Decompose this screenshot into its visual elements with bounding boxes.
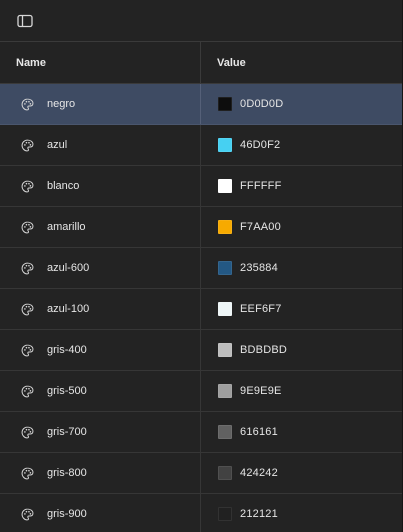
hex-value: 235884 — [240, 262, 278, 274]
hex-value: BDBDBD — [240, 344, 288, 356]
color-swatch[interactable] — [218, 179, 232, 193]
palette-icon — [20, 179, 34, 193]
palette-icon — [20, 384, 34, 398]
table-row[interactable]: azul 46D0F2 — [0, 125, 402, 166]
variable-name: blanco — [47, 180, 80, 192]
column-header-name[interactable]: Name — [0, 42, 201, 83]
table-row[interactable]: gris-700 616161 — [0, 412, 402, 453]
variable-name: amarillo — [47, 221, 86, 233]
hex-value: 0D0D0D — [240, 98, 284, 110]
value-cell: 616161 — [201, 412, 402, 452]
value-cell: EEF6F7 — [201, 289, 402, 329]
table-row[interactable]: amarillo F7AA00 — [0, 207, 402, 248]
name-cell: azul-100 — [0, 289, 201, 329]
variable-name: gris-800 — [47, 467, 87, 479]
table-row[interactable]: negro 0D0D0D — [0, 84, 402, 125]
color-swatch[interactable] — [218, 343, 232, 357]
table-row[interactable]: gris-900 212121 — [0, 494, 402, 532]
palette-icon — [20, 343, 34, 357]
variable-name: gris-900 — [47, 508, 87, 520]
name-cell: gris-800 — [0, 453, 201, 493]
value-cell: 46D0F2 — [201, 125, 402, 165]
hex-value: F7AA00 — [240, 221, 281, 233]
hex-value: 9E9E9E — [240, 385, 282, 397]
value-cell: 212121 — [201, 494, 402, 532]
palette-icon — [20, 302, 34, 316]
variable-name: gris-500 — [47, 385, 87, 397]
color-swatch[interactable] — [218, 220, 232, 234]
color-swatch[interactable] — [218, 384, 232, 398]
table-body: negro 0D0D0D azul 46D0F2 blanco FFFFFF amarill… — [0, 84, 402, 532]
color-swatch[interactable] — [218, 261, 232, 275]
hex-value: 616161 — [240, 426, 278, 438]
variable-name: azul-600 — [47, 262, 90, 274]
name-cell: azul — [0, 125, 201, 165]
hex-value: 46D0F2 — [240, 139, 281, 151]
table-row[interactable]: blanco FFFFFF — [0, 166, 402, 207]
name-cell: negro — [0, 84, 201, 124]
name-cell: gris-700 — [0, 412, 201, 452]
name-cell: azul-600 — [0, 248, 201, 288]
palette-icon — [20, 138, 34, 152]
value-cell: 9E9E9E — [201, 371, 402, 411]
variable-name: negro — [47, 98, 76, 110]
value-cell: 0D0D0D — [201, 84, 402, 124]
table-row[interactable]: gris-500 9E9E9E — [0, 371, 402, 412]
palette-icon — [20, 220, 34, 234]
hex-value: FFFFFF — [240, 180, 282, 192]
name-cell: gris-900 — [0, 494, 201, 532]
variable-name: azul-100 — [47, 303, 90, 315]
table-row[interactable]: azul-100 EEF6F7 — [0, 289, 402, 330]
value-cell: BDBDBD — [201, 330, 402, 370]
hex-value: EEF6F7 — [240, 303, 282, 315]
table-row[interactable]: azul-600 235884 — [0, 248, 402, 289]
name-cell: blanco — [0, 166, 201, 206]
column-header-value[interactable]: Value — [201, 42, 402, 83]
table-row[interactable]: gris-800 424242 — [0, 453, 402, 494]
color-swatch[interactable] — [218, 466, 232, 480]
column-header-value-label: Value — [217, 56, 246, 69]
variable-name: gris-400 — [47, 344, 87, 356]
value-cell: FFFFFF — [201, 166, 402, 206]
column-header-name-label: Name — [16, 56, 46, 69]
palette-icon — [20, 261, 34, 275]
variable-name: azul — [47, 139, 68, 151]
value-cell: 235884 — [201, 248, 402, 288]
palette-icon — [20, 466, 34, 480]
color-variables-panel: Name Value negro 0D0D0D azul 46D0F2 blanco FF… — [0, 0, 403, 532]
sidebar-toggle-button[interactable] — [16, 12, 34, 30]
palette-icon — [20, 507, 34, 521]
name-cell: amarillo — [0, 207, 201, 247]
table-header: Name Value — [0, 42, 402, 84]
color-swatch[interactable] — [218, 97, 232, 111]
toolbar — [0, 0, 402, 42]
color-swatch[interactable] — [218, 425, 232, 439]
color-swatch[interactable] — [218, 138, 232, 152]
name-cell: gris-400 — [0, 330, 201, 370]
variable-name: gris-700 — [47, 426, 87, 438]
sidebar-panel-icon — [17, 14, 33, 27]
value-cell: 424242 — [201, 453, 402, 493]
palette-icon — [20, 97, 34, 111]
name-cell: gris-500 — [0, 371, 201, 411]
hex-value: 212121 — [240, 508, 278, 520]
palette-icon — [20, 425, 34, 439]
color-swatch[interactable] — [218, 507, 232, 521]
color-swatch[interactable] — [218, 302, 232, 316]
table-row[interactable]: gris-400 BDBDBD — [0, 330, 402, 371]
hex-value: 424242 — [240, 467, 278, 479]
value-cell: F7AA00 — [201, 207, 402, 247]
